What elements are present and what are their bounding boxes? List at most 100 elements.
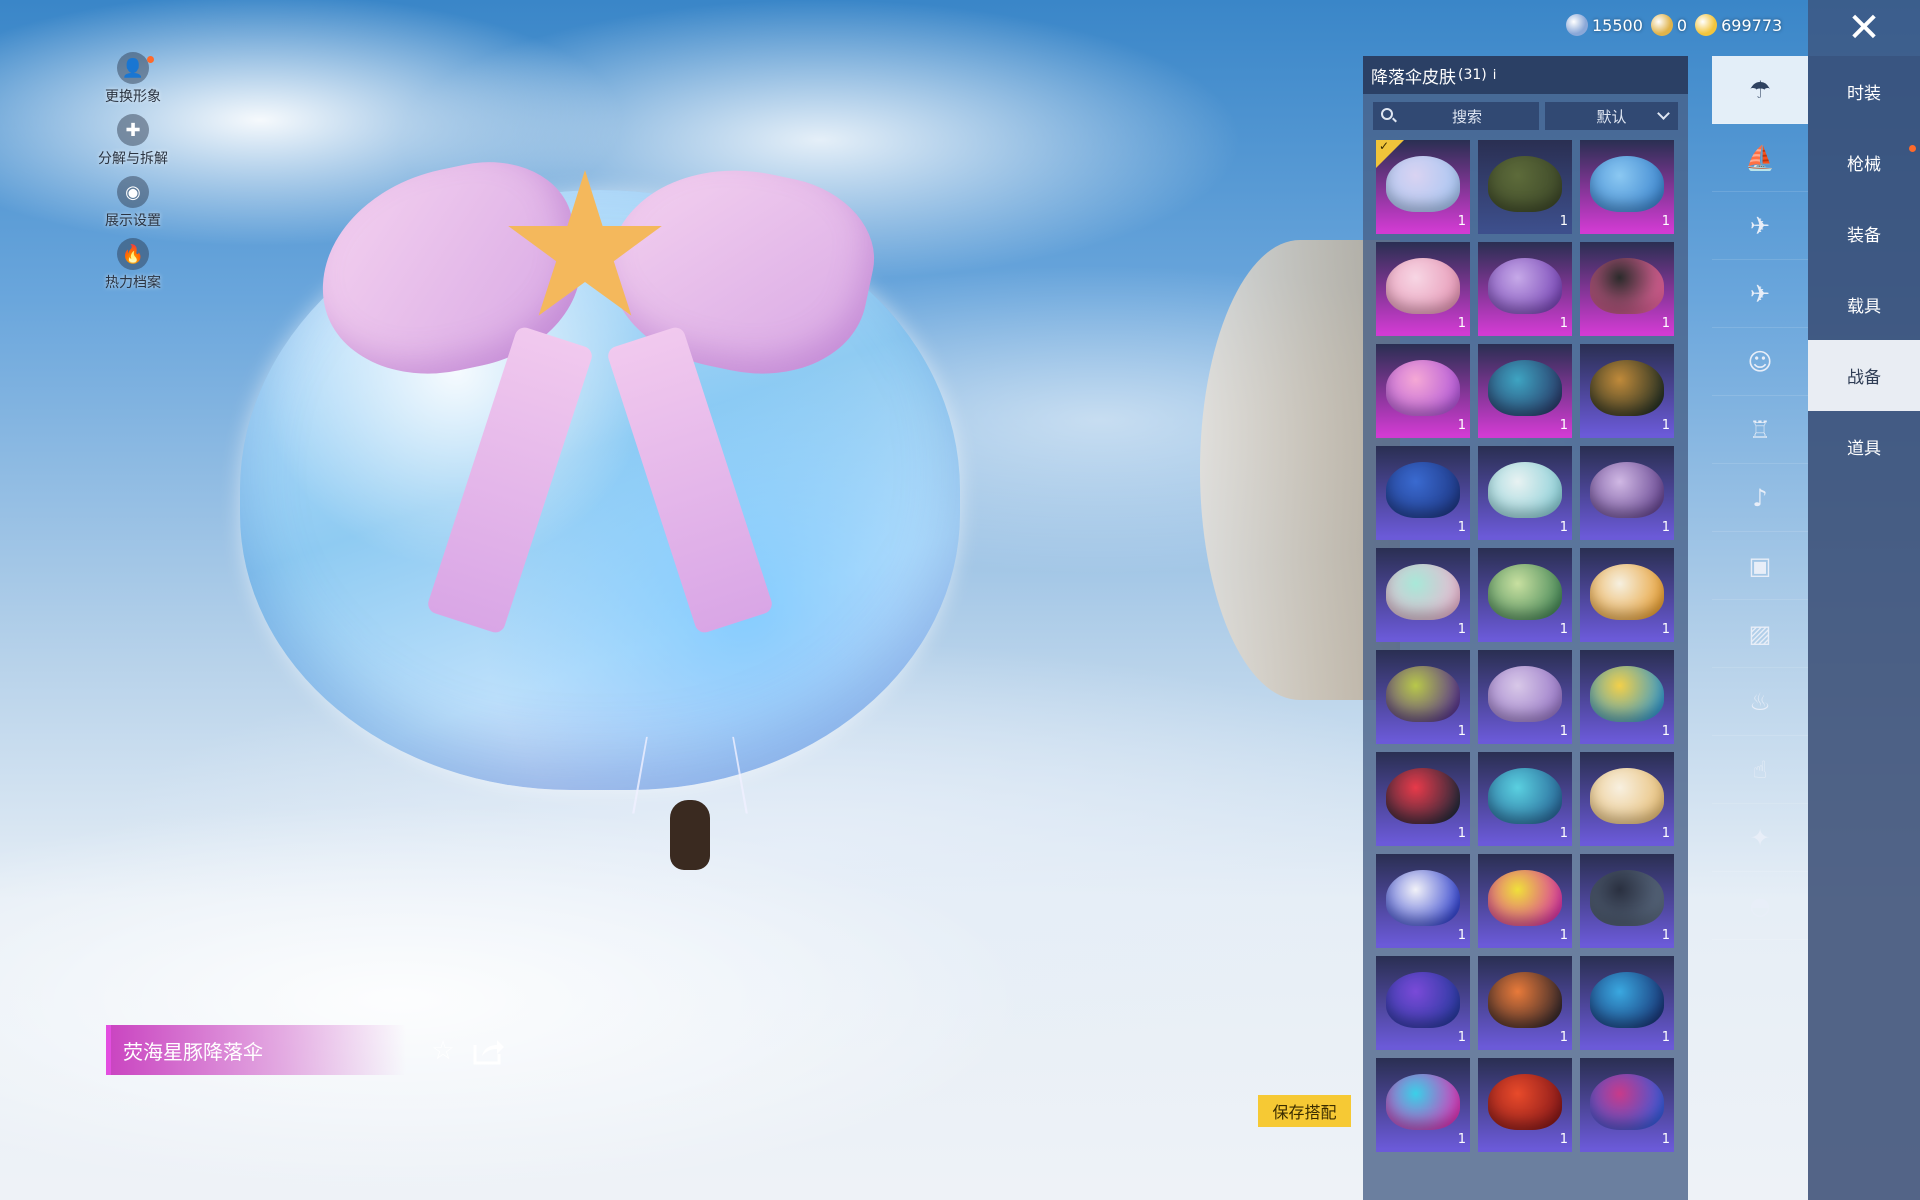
emote-icon[interactable]: ☺ [1712,328,1808,396]
parachute-skin-thumbnail [1386,1074,1460,1130]
drone-icon[interactable]: ✈ [1712,192,1808,260]
parachute-skin-tile[interactable]: 1 [1580,854,1674,948]
save-outfit-button[interactable]: 保存搭配 [1258,1095,1351,1127]
parachute-preview-art[interactable] [230,140,970,880]
tab-item[interactable]: 时装 [1808,56,1920,127]
item-quantity: 1 [1457,826,1466,841]
search-label: 搜索 [1451,107,1482,126]
speaker-icon[interactable]: ♪ [1712,464,1808,532]
parachute-skin-tile[interactable]: 1 [1478,752,1572,846]
close-button[interactable]: ✕ [1808,0,1920,56]
parachute-skin-tile[interactable]: 1 [1376,752,1470,846]
parachute-skin-tile[interactable]: 1 [1376,344,1470,438]
robot-icon[interactable]: ♖ [1712,396,1808,464]
side-menu-item[interactable]: ◉ 展示设置 [90,176,176,238]
parachute-skin-tile[interactable]: 1 [1478,854,1572,948]
parachute-skin-tile[interactable]: 1 [1376,242,1470,336]
parachute-skin-tile[interactable]: 1 [1376,956,1470,1050]
item-name-bar: 荧海星豚降落伞 [106,1025,406,1075]
parachute-skin-tile[interactable]: 1 [1376,650,1470,744]
lightning-coin-icon [1695,14,1718,36]
tab-item[interactable]: 道具 [1808,411,1920,482]
parachute-skin-thumbnail [1386,156,1460,212]
item-quantity: 1 [1661,418,1670,433]
parachute-skin-tile[interactable]: 1 [1580,548,1674,642]
tab-label: 道具 [1847,439,1881,459]
item-quantity: 1 [1661,214,1670,229]
item-quantity: 1 [1559,520,1568,535]
notification-dot [147,56,154,63]
item-count: (31) [1458,67,1487,83]
parachute-skin-tile[interactable]: 1 [1580,1058,1674,1152]
parachute-skin-tile[interactable]: 1 [1478,140,1572,234]
item-quantity: 1 [1559,214,1568,229]
parachute-skin-tile[interactable]: 1 [1478,1058,1572,1152]
item-quantity: 1 [1457,1030,1466,1045]
tab-item[interactable]: 枪械 [1808,127,1920,198]
card-icon[interactable]: ▣ [1712,532,1808,600]
avatar-icon: 👤 [117,52,149,84]
parachute-skin-tile[interactable]: 1 [1478,446,1572,540]
crystal-coin-icon [1566,14,1588,36]
parachute-skin-tile[interactable]: 1 [1580,344,1674,438]
parachute-skin-tile[interactable]: 1 [1580,752,1674,846]
item-quantity: 1 [1457,1132,1466,1147]
share-icon[interactable] [472,1036,506,1066]
parachute-skin-tile[interactable]: 1 [1580,446,1674,540]
tab-label: 战备 [1847,368,1881,388]
parachute-skin-tile[interactable]: 1 [1580,650,1674,744]
finger-icon[interactable]: ☝ [1712,736,1808,804]
parachute-skin-tile[interactable]: 1 [1580,140,1674,234]
parachute-skin-tile[interactable]: 1 [1478,956,1572,1050]
tab-item[interactable]: 战备 [1808,340,1920,411]
parachute-skin-thumbnail [1386,258,1460,314]
parachute-skin-tile[interactable]: 1 [1478,242,1572,336]
parachute-skin-thumbnail [1488,666,1562,722]
item-quantity: 1 [1559,826,1568,841]
parachute-skin-tile[interactable]: 1 [1580,242,1674,336]
category-icon-column: ☂ ⛵ ✈ ✈ ☺ ♖ ♪ ▣ ▨ ♨ ☝ ✦ ◓ [1712,56,1808,940]
parachute-skin-thumbnail [1590,870,1664,926]
parachute-skin-tile[interactable]: 1 [1376,854,1470,948]
panel-title: 降落伞皮肤 [1371,67,1456,88]
parachute-skin-thumbnail [1590,360,1664,416]
spray-icon[interactable]: ♨ [1712,668,1808,736]
parachute-skin-tile[interactable]: 1 [1376,548,1470,642]
ship-icon[interactable]: ⛵ [1712,124,1808,192]
parachute-skin-tile[interactable]: 1 [1376,140,1470,234]
parachute-skin-tile[interactable]: 1 [1580,956,1674,1050]
parachute-icon[interactable]: ☂ [1712,56,1808,124]
currency-item: 0 [1650,14,1687,36]
photo-icon[interactable]: ▨ [1712,600,1808,668]
tab-item[interactable]: 载具 [1808,269,1920,340]
parachute-skin-thumbnail [1590,156,1664,212]
fire-icon: 🔥 [117,238,149,270]
parachute-skin-thumbnail [1386,564,1460,620]
parachute-skin-thumbnail [1488,258,1562,314]
item-quantity: 1 [1661,1030,1670,1045]
item-quantity: 1 [1457,928,1466,943]
star-icon[interactable]: ☆ [428,1036,458,1066]
item-quantity: 1 [1457,724,1466,739]
sort-dropdown[interactable]: 默认 [1545,102,1678,130]
parachute-skin-tile[interactable]: 1 [1478,650,1572,744]
side-menu-item[interactable]: 🔥 热力档案 [90,238,176,300]
parachute-skin-tile[interactable]: 1 [1376,1058,1470,1152]
parachute-skin-thumbnail [1590,564,1664,620]
item-grid: 1 1 1 1 1 1 1 1 1 1 1 1 1 1 1 1 1 1 1 1 1 1 1 1 1 1 1 1 1 1 [1363,130,1688,1152]
close-icon: ✕ [1847,5,1881,51]
magic-wand-icon[interactable]: ✦ [1712,804,1808,872]
parachute-skin-thumbnail [1590,666,1664,722]
plane-icon[interactable]: ✈ [1712,260,1808,328]
item-quantity: 1 [1457,622,1466,637]
side-menu-item[interactable]: 👤 更换形象 [90,52,176,114]
search-input[interactable]: 搜索 [1373,102,1539,130]
info-icon[interactable]: ⅰ [1493,68,1497,83]
tab-column: 时装 枪械 装备 载具战备道具 [1808,56,1920,1200]
side-menu-item[interactable]: ✚ 分解与拆解 [90,114,176,176]
tab-item[interactable]: 装备 [1808,198,1920,269]
parachute-skin-tile[interactable]: 1 [1478,548,1572,642]
parachute-skin-tile[interactable]: 1 [1478,344,1572,438]
parachute-skin-tile[interactable]: 1 [1376,446,1470,540]
meal-icon[interactable]: ◓ [1712,872,1808,940]
